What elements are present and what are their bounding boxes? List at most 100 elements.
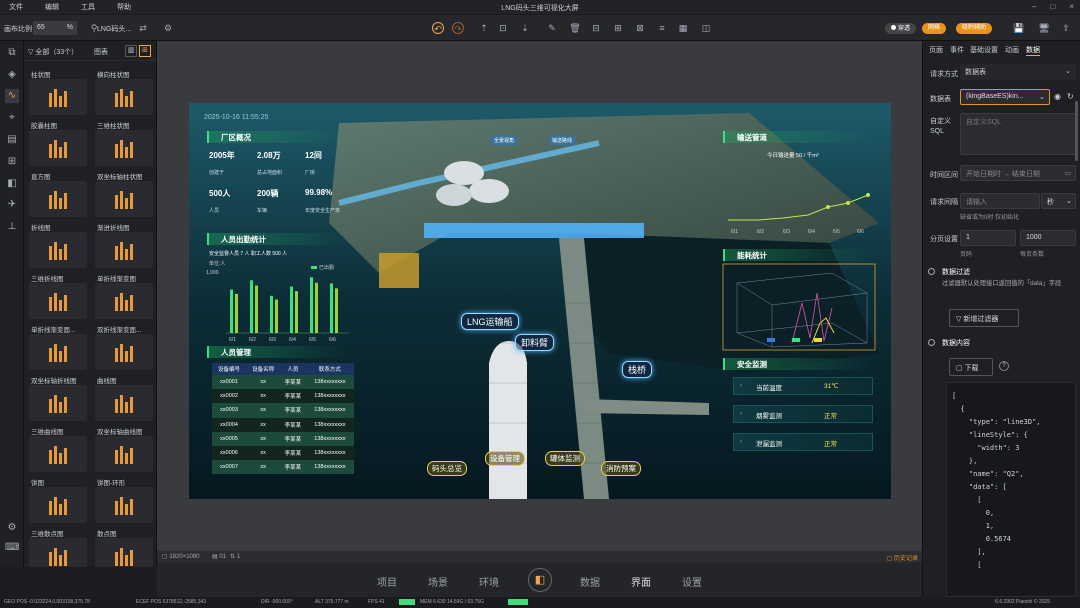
component-icon[interactable]: ⧉	[5, 46, 19, 60]
monitor-icon[interactable]: 🖥	[1038, 22, 1050, 34]
close-icon[interactable]: ×	[1069, 2, 1074, 11]
history-button[interactable]: ▢ 历史记录	[887, 553, 918, 562]
nav-project[interactable]: 项目	[377, 574, 397, 589]
chart-card[interactable]: 三维折线图	[29, 271, 87, 319]
chart-icon[interactable]: ∿	[5, 89, 19, 103]
chart-card[interactable]: 双坐标轴折线图	[29, 373, 87, 421]
chart-card[interactable]: 直方图	[29, 169, 87, 217]
group-icon[interactable]: ▦	[677, 22, 689, 34]
grid-view-icon[interactable]: ⊞	[139, 45, 151, 57]
nav-settings[interactable]: 设置	[682, 574, 702, 589]
swap-icon[interactable]: ⇄	[137, 22, 149, 34]
tab-event[interactable]: 事件	[950, 45, 964, 55]
snap-toggle[interactable]: 吸附辅助	[956, 23, 993, 34]
save-icon[interactable]: ⊡	[497, 22, 509, 34]
refresh-icon[interactable]: ↻	[1067, 92, 1074, 101]
table-row[interactable]: xx0002 xx 李某某 138xxxxxxxx	[212, 389, 354, 404]
nav-scene[interactable]: 场景	[428, 574, 448, 589]
gear-icon[interactable]: ⚙	[162, 22, 174, 34]
download-button[interactable]: ▢ 下载	[949, 358, 993, 376]
panel-scrollbar[interactable]	[1075, 101, 1078, 161]
eye-icon[interactable]: ◉	[1054, 92, 1061, 101]
nav-data[interactable]: 数据	[580, 574, 600, 589]
map-icon[interactable]: ⌖	[5, 111, 19, 125]
ship-label[interactable]: LNG运输船	[461, 313, 519, 330]
sql-textarea[interactable]: 自定义SQL	[960, 113, 1076, 155]
add-filter-button[interactable]: ▽ 新增过滤器	[949, 309, 1019, 327]
dashboard-screen[interactable]: 2025-10-16 11:55:25 厂区概况 2005年 创建于 2.08万 总占…	[189, 103, 891, 499]
route-label[interactable]: 输送路线	[549, 136, 576, 145]
lock-icon[interactable]: ⊠	[634, 22, 646, 34]
chart-card[interactable]: 横向柱状图	[95, 67, 153, 115]
list-view-icon[interactable]: ▥	[125, 45, 137, 57]
chart-card[interactable]: 渐进折线图	[95, 220, 153, 268]
tab-basic[interactable]: 基础设置	[970, 45, 998, 55]
chart-card[interactable]: 双折线渐变面...	[95, 322, 153, 370]
nav-interface[interactable]: 界面	[631, 574, 651, 589]
maximize-icon[interactable]: □	[1050, 2, 1055, 11]
table-icon[interactable]: ▤	[5, 133, 19, 147]
tank-monitor-button[interactable]: 罐体监测	[545, 451, 585, 466]
table-row[interactable]: xx0004 xx 李某某 138xxxxxxxx	[212, 417, 354, 432]
plane-icon[interactable]: ✈	[5, 198, 19, 212]
delete-icon[interactable]: 🗑	[569, 22, 581, 34]
filter-dropdown[interactable]: ▽ 全部（33个）	[28, 47, 78, 57]
home-logo-icon[interactable]: ◧	[528, 568, 552, 592]
download-icon[interactable]: ⇣	[519, 22, 531, 34]
fire-plan-button[interactable]: 消防预案	[601, 461, 641, 476]
widget-icon[interactable]: ⊞	[5, 155, 19, 169]
chart-card[interactable]: 饼图	[29, 475, 87, 523]
layer-icon[interactable]: ◫	[700, 22, 712, 34]
chart-card[interactable]: 柱状图	[29, 67, 87, 115]
brush-icon[interactable]: ✎	[546, 22, 558, 34]
table-row[interactable]: xx0005 xx 李某某 138xxxxxxxx	[212, 431, 354, 446]
help-icon[interactable]: ?	[999, 361, 1009, 371]
table-row[interactable]: xx0006 xx 李某某 138xxxxxxxx	[212, 445, 354, 461]
table-row[interactable]: xx0007 xx 李某某 138xxxxxxxx	[212, 460, 354, 475]
distribute-icon[interactable]: ≡	[656, 22, 668, 34]
interval-unit-select[interactable]: 秒 ⌄	[1041, 193, 1076, 209]
chart-card[interactable]: 三维散点图	[29, 526, 87, 567]
media-icon[interactable]: ◧	[5, 177, 19, 191]
tab-data[interactable]: 数据	[1026, 45, 1040, 56]
publish-icon[interactable]: ⇪	[1060, 22, 1072, 34]
chart-card[interactable]: 饼图-环形	[95, 475, 153, 523]
grid-toggle[interactable]: 网格	[922, 23, 947, 34]
chart-card[interactable]: 散点图	[95, 526, 153, 567]
zoom-input[interactable]: 65%	[33, 21, 77, 35]
bridge-label[interactable]: 栈桥	[622, 361, 653, 378]
disk-icon[interactable]: 💾	[1013, 22, 1025, 34]
undo-icon[interactable]: ↶	[432, 22, 444, 34]
stamp-icon[interactable]: ⊥	[5, 220, 19, 234]
chart-card[interactable]: 胶囊柱图	[29, 118, 87, 166]
table-row[interactable]: xx0001 xx 李某某 138xxxxxxxx	[212, 375, 354, 390]
chart-card[interactable]: 折线图	[29, 220, 87, 268]
layer-name[interactable]: LNG码头...	[97, 24, 131, 34]
settings-icon[interactable]: ⚙	[5, 521, 19, 535]
wharf-overview-button[interactable]: 码头总览	[427, 461, 467, 476]
time-range-picker[interactable]: 开始日期时 → 结束日期 ▭	[960, 165, 1076, 181]
chart-card[interactable]: 三维曲线图	[29, 424, 87, 472]
chart-card[interactable]: 三维柱状图	[95, 118, 153, 166]
chart-card[interactable]: 单折线渐变面...	[29, 322, 87, 370]
chart-card[interactable]: 单折线渐变图	[95, 271, 153, 319]
redo-icon[interactable]: ↷	[452, 22, 464, 34]
nav-environment[interactable]: 环境	[479, 574, 499, 589]
table-row[interactable]: xx0003 xx 李某某 138xxxxxxxx	[212, 403, 354, 418]
chart-card[interactable]: 曲线图	[95, 373, 153, 421]
page-number-input[interactable]: 1	[960, 230, 1016, 246]
minimize-icon[interactable]: –	[1032, 2, 1036, 11]
panorama-view-label[interactable]: 全景视角	[491, 136, 518, 145]
tab-page[interactable]: 页面	[929, 45, 943, 55]
unloading-arm-label[interactable]: 卸料臂	[515, 334, 555, 351]
tab-animation[interactable]: 动画	[1005, 45, 1019, 55]
device-management-button[interactable]: 设备管理	[485, 451, 525, 466]
penetrate-toggle[interactable]: 穿透	[885, 23, 917, 34]
layers-icon[interactable]: ◈	[5, 68, 19, 82]
category-label[interactable]: 图表	[94, 47, 108, 57]
interval-input[interactable]: 请输入	[960, 193, 1040, 209]
request-method-select[interactable]: 数据表 ⌄	[960, 64, 1076, 80]
chart-card[interactable]: 双坐标轴曲线图	[95, 424, 153, 472]
keyboard-icon[interactable]: ⌨	[5, 541, 19, 555]
grid-icon[interactable]: ⊞	[612, 22, 624, 34]
